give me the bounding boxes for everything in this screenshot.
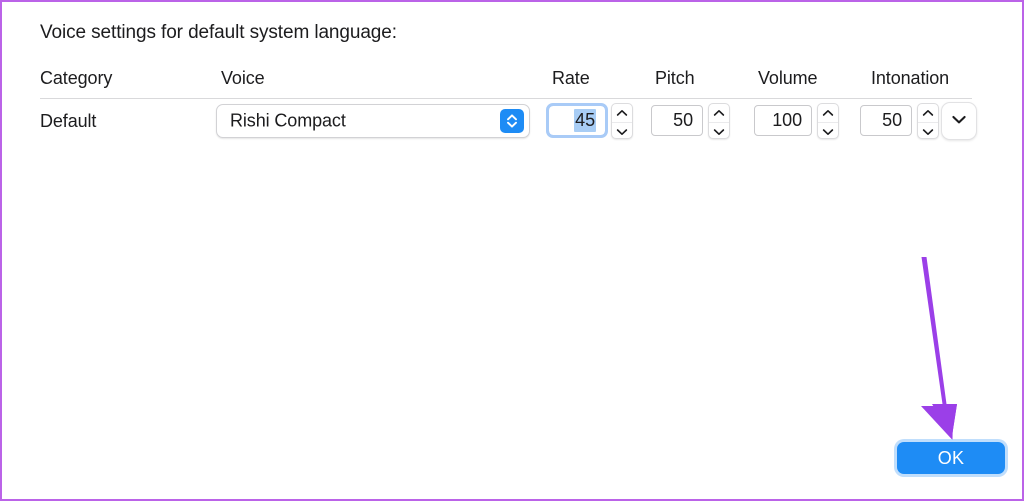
rate-stepper-up[interactable]: [612, 104, 632, 123]
volume-stepper[interactable]: [817, 103, 839, 139]
chevron-down-icon: [951, 112, 967, 130]
rate-input[interactable]: 45: [546, 103, 608, 138]
volume-input-value: 100: [772, 110, 802, 130]
chevron-down-icon: [713, 123, 725, 138]
intonation-stepper-down[interactable]: [918, 123, 938, 138]
chevron-up-icon: [713, 104, 725, 122]
chevron-down-icon: [922, 123, 934, 138]
intonation-input[interactable]: 50: [860, 105, 912, 136]
voice-select[interactable]: Rishi Compact: [216, 104, 530, 138]
pitch-stepper-up[interactable]: [709, 104, 729, 123]
table-header-row: Category Voice Rate Pitch Volume Intonat…: [40, 68, 972, 99]
chevron-up-icon: [822, 104, 834, 122]
volume-stepper-down[interactable]: [818, 123, 838, 138]
chevron-down-icon: [616, 123, 628, 138]
volume-input[interactable]: 100: [754, 105, 812, 136]
table-row: Default Rishi Compact 45 50 100 50: [40, 99, 977, 161]
column-header-intonation: Intonation: [871, 68, 950, 88]
ok-button[interactable]: OK: [897, 442, 1005, 474]
voice-select-value: Rishi Compact: [230, 110, 346, 131]
voice-settings-table: Category Voice Rate Pitch Volume Intonat…: [40, 68, 977, 161]
rate-stepper-down[interactable]: [612, 123, 632, 138]
arrow-down-annotation-icon: [902, 254, 972, 444]
volume-stepper-up[interactable]: [818, 104, 838, 123]
rate-input-value: 45: [574, 109, 596, 132]
page-title: Voice settings for default system langua…: [40, 22, 397, 43]
intonation-stepper[interactable]: [917, 103, 939, 139]
column-header-voice: Voice: [221, 68, 265, 88]
rate-stepper[interactable]: [611, 103, 633, 139]
chevron-up-down-icon: [500, 109, 524, 133]
column-header-pitch: Pitch: [655, 68, 695, 88]
pitch-input-value: 50: [673, 110, 693, 130]
pitch-input[interactable]: 50: [651, 105, 703, 136]
chevron-down-icon: [822, 123, 834, 138]
chevron-up-icon: [922, 104, 934, 122]
column-header-rate: Rate: [552, 68, 590, 88]
pitch-stepper-down[interactable]: [709, 123, 729, 138]
column-header-category: Category: [40, 68, 113, 88]
pitch-stepper[interactable]: [708, 103, 730, 139]
cell-category-label: Default: [40, 111, 97, 131]
intonation-input-value: 50: [882, 110, 902, 130]
intonation-stepper-up[interactable]: [918, 104, 938, 123]
voice-settings-panel: Voice settings for default system langua…: [0, 0, 1024, 501]
chevron-up-icon: [616, 104, 628, 122]
column-header-volume: Volume: [758, 68, 818, 88]
row-options-disclosure-button[interactable]: [941, 102, 977, 140]
